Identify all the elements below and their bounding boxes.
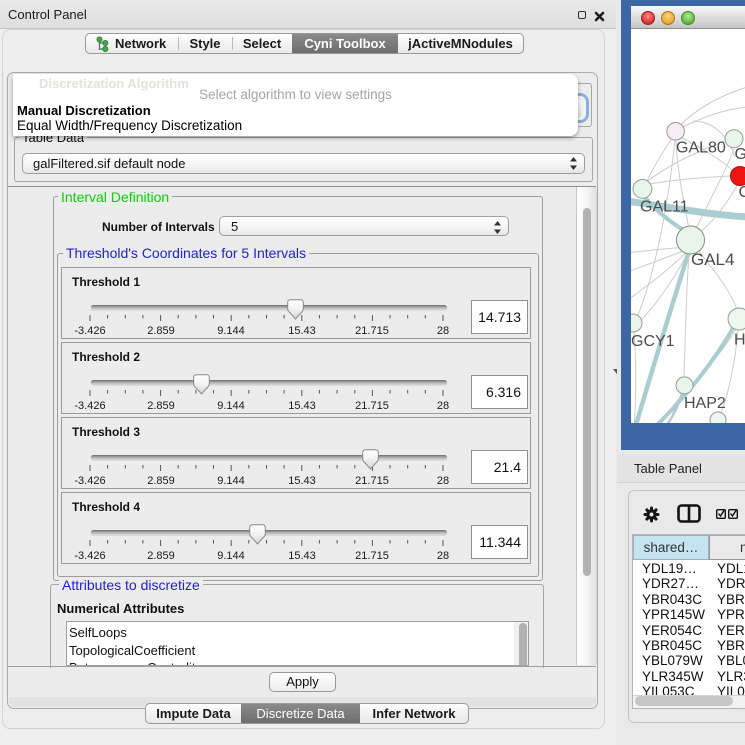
- svg-text:CY: CY: [739, 184, 745, 201]
- svg-text:GCY1: GCY1: [631, 333, 675, 350]
- svg-text:GAL4: GAL4: [691, 250, 734, 269]
- svg-text:HI: HI: [734, 332, 745, 349]
- svg-text:HAP2: HAP2: [684, 395, 726, 412]
- svg-text:GAL11: GAL11: [640, 199, 689, 216]
- svg-text:GAL80: GAL80: [676, 140, 726, 157]
- svg-text:GA: GA: [735, 146, 745, 163]
